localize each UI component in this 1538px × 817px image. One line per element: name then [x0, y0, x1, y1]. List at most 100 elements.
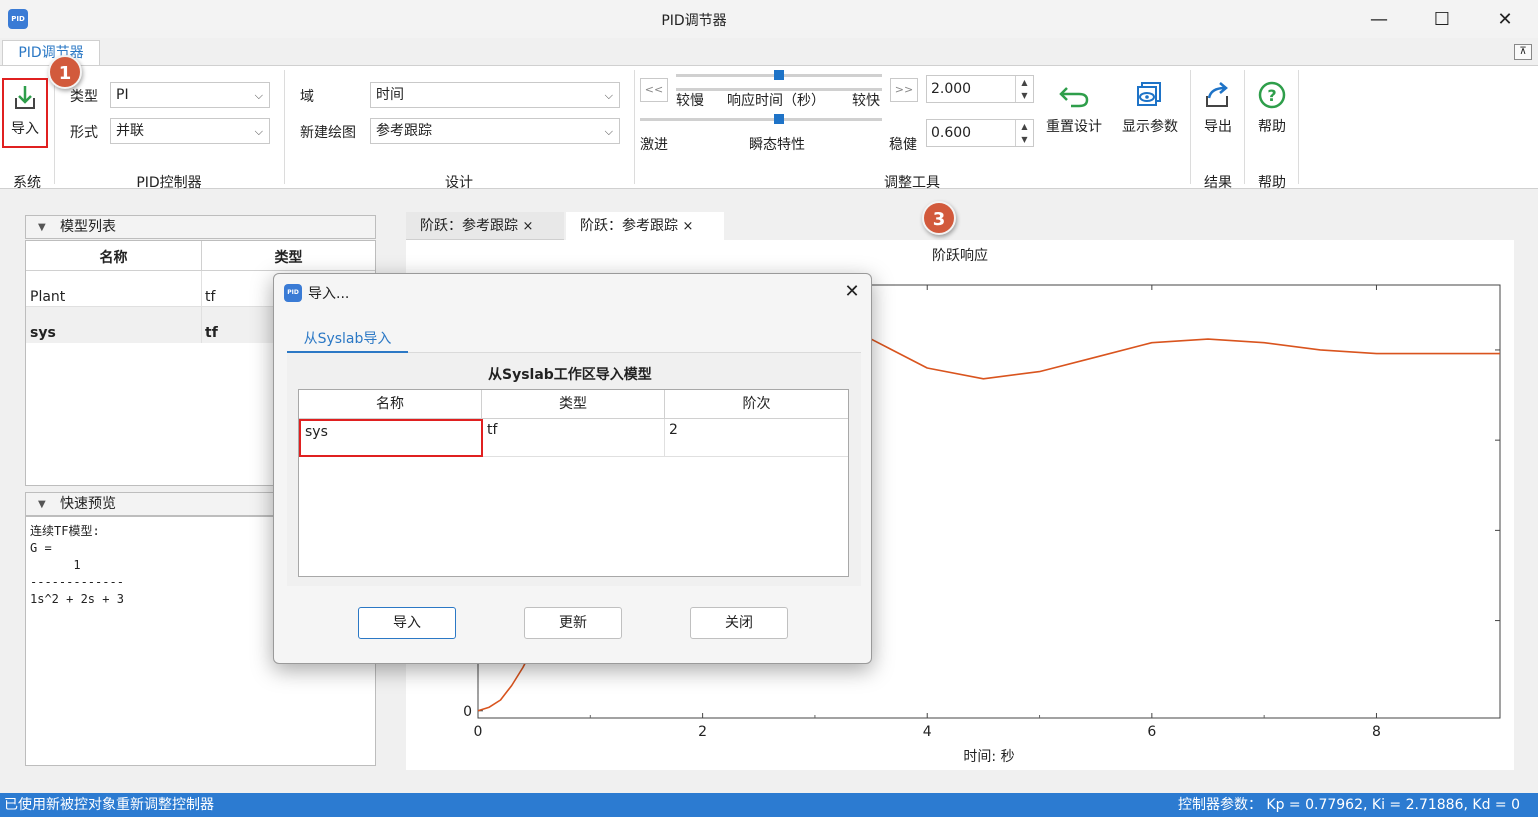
response-time-value: 2.000 [931, 81, 972, 97]
new-plot-value: 参考跟踪 [376, 123, 432, 139]
model-list-columns: 名称 类型 [26, 241, 375, 271]
step-badge-1: 1 [48, 55, 82, 89]
minimize-button[interactable]: — [1354, 0, 1404, 38]
column-header-order: 阶次 [665, 390, 848, 419]
export-icon [1206, 82, 1228, 107]
group-separator [1298, 70, 1299, 184]
group-label-design: 设计 [445, 175, 473, 191]
window-title: PID调节器 [661, 13, 727, 29]
aggressive-label: 激进 [640, 137, 668, 153]
chevron-down-icon: ⌵ [604, 125, 613, 138]
model-list-header[interactable]: ▼ 模型列表 [25, 215, 376, 239]
response-time-label: 响应时间（秒） [727, 93, 825, 109]
show-params-label: 显示参数 [1122, 119, 1178, 135]
maximize-button[interactable]: ☐ [1417, 0, 1467, 38]
tab-import-from-syslab[interactable]: 从Syslab导入 [287, 329, 408, 353]
x-tick-label: 0 [474, 724, 483, 740]
workspace-model-order[interactable]: 2 [665, 419, 848, 457]
tab-label: 阶跃：参考跟踪 [420, 218, 518, 234]
slow-label: 较慢 [676, 93, 704, 109]
reset-design-button[interactable]: 重置设计 [1042, 80, 1106, 136]
tab-step-reference-1[interactable]: 阶跃：参考跟踪 × [406, 212, 564, 240]
dialog-heading: 从Syslab工作区导入模型 [488, 367, 652, 383]
group-label-tuning: 调整工具 [884, 175, 940, 191]
show-params-button[interactable]: 显示参数 [1118, 80, 1182, 136]
workspace-model-type[interactable]: tf [483, 419, 665, 457]
x-tick-label: 8 [1372, 724, 1381, 740]
step-badge-3: 3 [922, 201, 956, 235]
domain-label: 域 [300, 89, 314, 105]
import-label: 导入 [11, 121, 39, 137]
chevron-down-icon: ⌵ [604, 89, 613, 102]
help-label: 帮助 [1258, 119, 1286, 135]
model-type: tf [205, 325, 218, 341]
collapse-triangle-icon[interactable]: ▼ [38, 494, 46, 516]
title-bar: PID PID调节器 — ☐ ✕ [0, 0, 1538, 38]
close-icon: ✕ [1497, 8, 1513, 30]
maximize-icon: ☐ [1433, 8, 1451, 30]
spin-arrows-icon[interactable]: ▲ ▼ [1015, 76, 1033, 102]
group-separator [284, 70, 285, 184]
dialog-close-action-button[interactable]: 关闭 [690, 607, 788, 639]
status-bar: 已使用新被控对象重新调整控制器 控制器参数： Kp = 0.77962, Ki … [0, 793, 1538, 817]
help-icon: ? [1258, 81, 1286, 109]
column-divider [201, 271, 202, 307]
workspace-model-table: 名称 类型 阶次 sys tf 2 [298, 389, 849, 577]
dialog-import-button[interactable]: 导入 [358, 607, 456, 639]
slower-step-button[interactable]: << [640, 78, 668, 102]
form-value: 并联 [116, 123, 144, 139]
dialog-close-button[interactable]: ✕ [840, 280, 864, 304]
group-label-system: 系统 [13, 175, 41, 191]
workspace-model-name[interactable]: sys [299, 419, 483, 457]
close-window-button[interactable]: ✕ [1480, 0, 1530, 38]
undo-icon [1059, 87, 1089, 108]
form-label: 形式 [70, 125, 98, 141]
ribbon-tab-bar: PID调节器 ⊼ [0, 38, 1538, 66]
svg-text:?: ? [1267, 86, 1276, 105]
export-label: 导出 [1204, 119, 1232, 135]
preview-title: 快速预览 [60, 496, 116, 512]
close-icon: ✕ [844, 281, 860, 302]
response-time-input[interactable]: 2.000 ▲ ▼ [926, 75, 1034, 103]
chevron-down-icon: ⌵ [254, 125, 263, 138]
minimize-icon: — [1370, 8, 1388, 30]
transient-input[interactable]: 0.600 ▲ ▼ [926, 119, 1034, 147]
form-select[interactable]: 并联 ⌵ [110, 118, 270, 144]
transient-value: 0.600 [931, 125, 972, 141]
import-icon [15, 86, 35, 109]
dialog-update-button[interactable]: 更新 [524, 607, 622, 639]
tab-close-icon[interactable]: × [682, 219, 693, 234]
transient-slider[interactable] [640, 118, 882, 121]
type-select[interactable]: PI ⌵ [110, 82, 270, 108]
new-plot-label: 新建绘图 [300, 125, 356, 141]
domain-select[interactable]: 时间 ⌵ [370, 82, 620, 108]
ribbon-collapse-icon[interactable]: ⊼ [1514, 44, 1532, 60]
transient-slider-thumb[interactable] [774, 114, 784, 124]
group-separator [634, 70, 635, 184]
status-message: 已使用新被控对象重新调整控制器 [4, 797, 214, 813]
model-name: Plant [30, 289, 66, 305]
tab-step-reference-2[interactable]: 阶跃：参考跟踪 × [566, 212, 724, 240]
collapse-triangle-icon[interactable]: ▼ [38, 217, 46, 239]
group-separator [54, 70, 55, 184]
show-params-icon [1137, 82, 1161, 106]
new-plot-select[interactable]: 参考跟踪 ⌵ [370, 118, 620, 144]
response-time-slider-thumb[interactable] [774, 70, 784, 80]
export-button[interactable]: 导出 [1190, 80, 1246, 136]
dialog-app-icon: PID [284, 284, 302, 302]
group-label-result: 结果 [1204, 175, 1232, 191]
transient-label: 瞬态特性 [749, 137, 805, 153]
spin-arrows-icon[interactable]: ▲ ▼ [1015, 120, 1033, 146]
x-tick-label: 2 [698, 724, 707, 740]
x-axis-label: 时间: 秒 [963, 749, 1015, 765]
tab-close-icon[interactable]: × [522, 219, 533, 234]
type-label: 类型 [70, 89, 98, 105]
reset-design-label: 重置设计 [1046, 119, 1102, 135]
model-list-title: 模型列表 [60, 219, 116, 235]
fast-label: 较快 [852, 93, 880, 109]
import-button[interactable]: 导入 [2, 78, 48, 148]
domain-value: 时间 [376, 87, 404, 103]
column-divider [201, 307, 202, 343]
help-button[interactable]: ? 帮助 [1244, 80, 1300, 136]
faster-step-button[interactable]: >> [890, 78, 918, 102]
